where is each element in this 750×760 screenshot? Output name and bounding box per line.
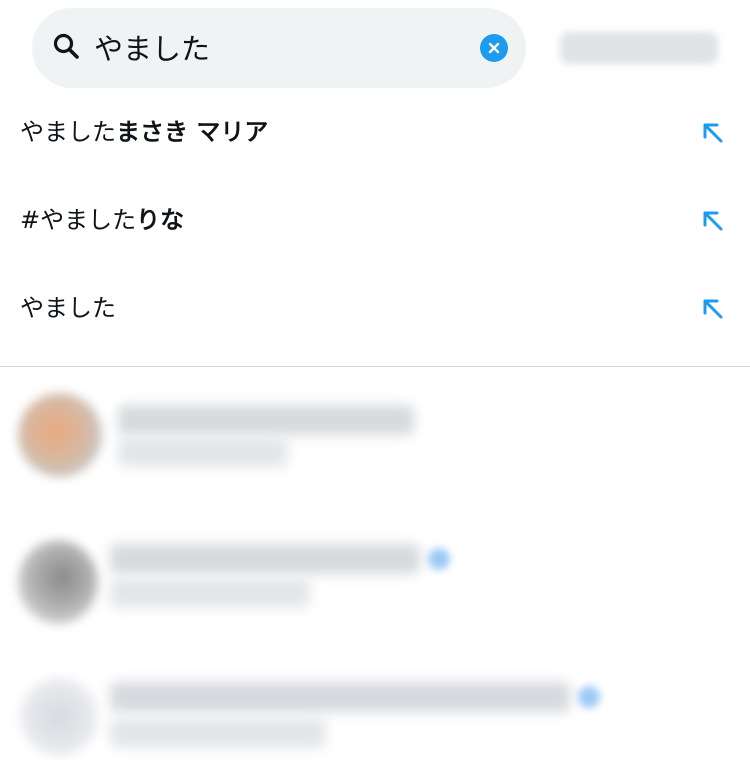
suggestion-completion: まさき マリア: [116, 118, 269, 146]
user-handle: [110, 718, 326, 748]
arrow-up-left-icon[interactable]: [698, 206, 726, 234]
search-suggestion[interactable]: やましたまさき マリア: [0, 92, 750, 180]
user-name: [110, 544, 420, 574]
search-icon: [53, 33, 79, 59]
user-result[interactable]: [0, 530, 750, 650]
divider: [0, 366, 750, 367]
suggestion-match: やました: [20, 118, 116, 146]
user-handle: [118, 437, 288, 467]
avatar: [18, 540, 98, 624]
search-suggestion[interactable]: #やましたりな: [0, 180, 750, 268]
suggestion-label: #やましたりな: [20, 202, 184, 238]
search-input[interactable]: [94, 22, 454, 72]
search-suggestion[interactable]: やました: [0, 268, 750, 356]
suggestion-match: やました: [20, 294, 116, 322]
avatar: [20, 678, 98, 756]
verified-badge-icon: [578, 686, 600, 708]
user-name: [110, 682, 570, 712]
suggestion-completion: りな: [136, 206, 185, 234]
arrow-up-left-icon[interactable]: [698, 118, 726, 146]
suggestion-match: #やました: [20, 206, 137, 234]
avatar: [18, 393, 102, 477]
clear-search-button[interactable]: [480, 34, 508, 62]
verified-badge-icon: [428, 548, 450, 570]
user-result[interactable]: [0, 385, 750, 505]
suggestion-label: やました: [20, 290, 116, 326]
close-icon: [488, 42, 500, 54]
user-result[interactable]: [0, 670, 750, 760]
search-screen: やましたまさき マリア #やましたりな やました: [0, 0, 750, 760]
suggestion-label: やましたまさき マリア: [20, 114, 268, 150]
arrow-up-left-icon[interactable]: [698, 294, 726, 322]
user-name: [118, 405, 414, 435]
cancel-button[interactable]: [560, 32, 718, 64]
user-handle: [110, 578, 310, 608]
